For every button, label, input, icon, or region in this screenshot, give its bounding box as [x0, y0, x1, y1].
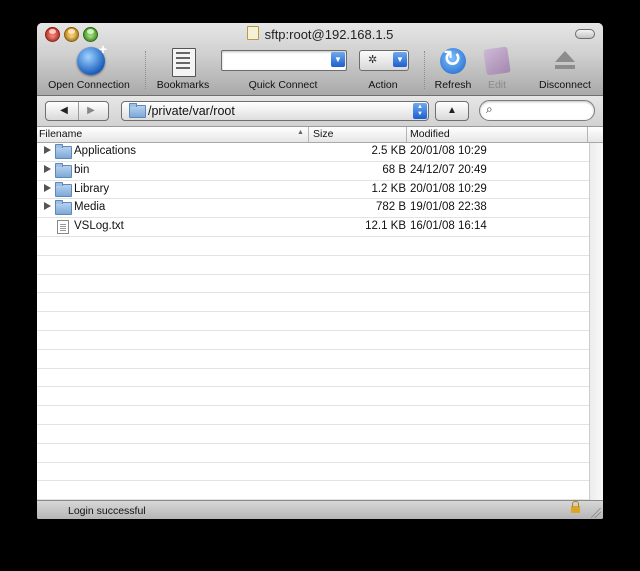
empty-row: [37, 312, 603, 331]
column-header: Filename ▲ Size Modified: [37, 127, 603, 143]
file-size: 1.2 KB: [371, 182, 406, 195]
text-file-icon: [57, 220, 69, 235]
empty-row: [37, 237, 603, 256]
forward-arrow-icon[interactable]: ▶: [78, 102, 103, 120]
disconnect-label: Disconnect: [539, 79, 591, 91]
file-modified: 20/01/08 10:29: [410, 145, 487, 157]
empty-row: [37, 444, 603, 463]
column-divider[interactable]: [308, 127, 309, 142]
parent-directory-button[interactable]: ▲: [435, 101, 469, 121]
search-icon: ⌕: [486, 102, 493, 116]
refresh-icon: [440, 46, 466, 74]
quick-connect-dropdown-icon[interactable]: ▼: [331, 52, 345, 67]
lock-icon: [571, 501, 580, 513]
folder-icon: [55, 144, 72, 159]
gear-icon: ✲: [368, 54, 378, 66]
action-dropdown-icon: ▼: [393, 52, 407, 67]
file-name: Library: [74, 182, 110, 195]
empty-row: [37, 425, 603, 444]
file-name: Applications: [74, 145, 137, 157]
file-modified: 19/01/08 22:38: [410, 201, 487, 214]
file-modified: 20/01/08 10:29: [410, 182, 487, 195]
edit-label: Edit: [487, 79, 507, 91]
refresh-label: Refresh: [434, 79, 472, 91]
empty-row: [37, 350, 603, 369]
path-popup[interactable]: /private/var/root ▲ ▼: [121, 101, 429, 121]
bookmarks-icon: [172, 48, 196, 77]
quick-connect-label: Quick Connect: [248, 79, 318, 91]
toolbar-toggle-button[interactable]: [575, 29, 595, 39]
empty-row: [37, 369, 603, 388]
unified-toolbar: sftp:root@192.168.1.5 Open Connection Bo…: [37, 23, 603, 96]
eject-icon: [555, 51, 575, 69]
empty-row: [37, 481, 603, 501]
toolbar-separator: [424, 51, 425, 89]
up-arrow-icon: ▲: [447, 105, 457, 116]
search-field[interactable]: ⌕: [479, 100, 595, 121]
window-title: sftp:root@192.168.1.5: [37, 26, 603, 42]
file-modified: 16/01/08 16:14: [410, 220, 487, 233]
empty-row: [37, 293, 603, 313]
file-size: 68 B: [382, 163, 406, 176]
path-text: /private/var/root: [148, 104, 235, 118]
back-arrow-icon[interactable]: ◀: [52, 102, 76, 120]
open-connection-label: Open Connection: [48, 79, 130, 91]
disclosure-triangle-icon[interactable]: [44, 183, 51, 192]
disclosure-triangle-icon[interactable]: [44, 202, 51, 211]
filename-column-header[interactable]: Filename: [39, 128, 82, 140]
empty-row: [37, 275, 603, 294]
action-label: Action: [368, 79, 398, 91]
size-column-header[interactable]: Size: [313, 128, 333, 140]
empty-row: [37, 331, 603, 350]
folder-icon: [55, 181, 72, 197]
file-row[interactable]: VSLog.txt 12.1 KB 16/01/08 16:14: [37, 218, 603, 237]
path-popup-arrows-icon: ▲ ▼: [413, 103, 427, 119]
file-modified: 24/12/07 20:49: [410, 163, 487, 176]
quick-connect-field[interactable]: ▼: [221, 50, 347, 71]
file-size: 12.1 KB: [365, 220, 406, 233]
toolbar-separator: [145, 51, 146, 89]
disclosure-triangle-icon[interactable]: [44, 164, 51, 173]
disclosure-triangle-icon[interactable]: [44, 146, 51, 154]
document-icon: [246, 26, 259, 40]
modified-column-header[interactable]: Modified: [410, 128, 450, 140]
vertical-scrollbar[interactable]: [589, 143, 603, 500]
back-forward-control: ◀ ▶: [45, 101, 109, 121]
sftp-browser-window: sftp:root@192.168.1.5 Open Connection Bo…: [37, 23, 603, 519]
action-menu-button[interactable]: ✲ ▼: [359, 50, 409, 71]
globe-icon: [77, 41, 107, 75]
file-size: 782 B: [375, 201, 406, 214]
column-divider[interactable]: [406, 127, 407, 142]
empty-row: [37, 463, 603, 482]
file-list: Applications 2.5 KB 20/01/08 10:29 bin 6…: [37, 143, 603, 501]
folder-icon: [55, 200, 72, 216]
file-row[interactable]: Applications 2.5 KB 20/01/08 10:29: [37, 143, 603, 162]
folder-icon: [129, 103, 146, 118]
folder-icon: [55, 162, 72, 178]
sort-ascending-icon: ▲: [297, 129, 304, 136]
status-message: Login successful: [68, 505, 146, 517]
column-divider[interactable]: [587, 127, 588, 142]
status-bar: Login successful: [37, 500, 603, 519]
file-name: VSLog.txt: [74, 220, 124, 233]
empty-row: [37, 387, 603, 407]
file-row[interactable]: Library 1.2 KB 20/01/08 10:29: [37, 181, 603, 200]
empty-row: [37, 406, 603, 425]
file-row[interactable]: Media 782 B 19/01/08 22:38: [37, 199, 603, 219]
resize-grip-icon[interactable]: [591, 508, 601, 518]
bookmarks-label: Bookmarks: [156, 79, 210, 91]
edit-icon: [483, 46, 511, 76]
empty-row: [37, 256, 603, 275]
file-name: Media: [74, 201, 106, 214]
file-size: 2.5 KB: [371, 145, 406, 157]
file-name: bin: [74, 163, 90, 176]
navigation-bar: ◀ ▶ /private/var/root ▲ ▼ ▲ ⌕: [37, 96, 603, 127]
window-title-text: sftp:root@192.168.1.5: [264, 27, 394, 42]
file-row[interactable]: bin 68 B 24/12/07 20:49: [37, 162, 603, 181]
